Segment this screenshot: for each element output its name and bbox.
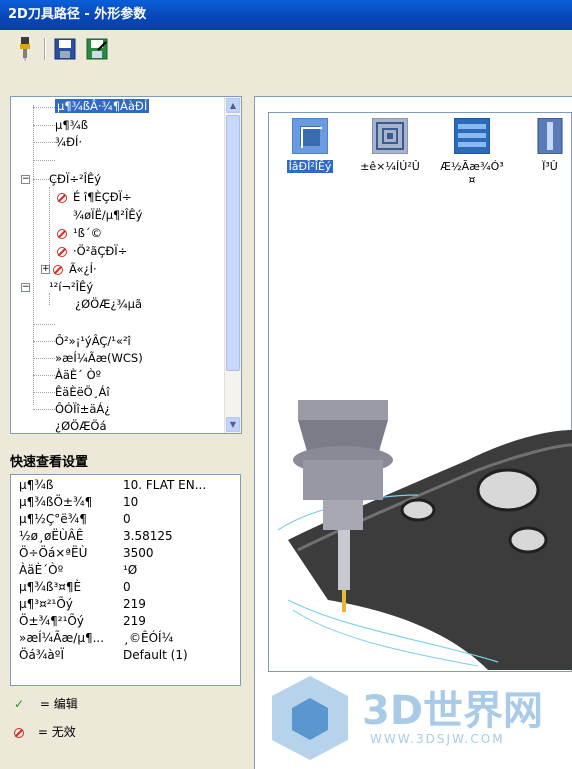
tree-item-control-points[interactable]: ¿ØÖÆ¿¾µã (75, 296, 142, 312)
toolbar-separator (44, 38, 45, 60)
tree-item-misc-values[interactable]: ÔÓÏî±äÁ¿ (55, 401, 110, 417)
pocket-icon (371, 117, 409, 155)
qs-row: µ¶¾ßÖ±¾¶ 10 (19, 495, 139, 509)
tree-item-multi-passes[interactable]: ·Ö²ãÇÐÏ÷ (57, 243, 127, 259)
tree-scrollbar[interactable]: ▲ ▼ (224, 97, 241, 433)
tree-item-cut-params[interactable]: − ÇÐÏ÷²ÎÊý (21, 171, 101, 187)
op-contour[interactable]: ÍâÐÎ²ÎÊý (270, 117, 350, 173)
watermark-brand: 3D世界网 (362, 688, 544, 734)
qs-row: Ö±¾¶²¹Õý 219 (19, 614, 146, 628)
facing-icon (453, 117, 491, 155)
tool-icon[interactable] (12, 36, 38, 62)
tree-item-common-params[interactable]: − ¹²í¬²ÎÊý (21, 279, 93, 295)
tree-item-axis-control[interactable]: ¿ØÖÆÖá (55, 418, 107, 433)
qs-row: µ¶½Ç°ë¾¶ 0 (19, 512, 131, 526)
window-title: 2D刀具路径 - 外形参数 (0, 0, 572, 30)
tree-item-depth-cuts[interactable]: É î¶ÈÇÐÏ÷ (57, 189, 132, 205)
quick-settings-title: 快速查看设置 (10, 455, 89, 470)
qs-row: »æÍ¼Ãæ/µ¶... ¸©ÊÓÍ¼ (19, 631, 174, 645)
toolbar (0, 30, 572, 68)
tree-item-toolpath-type[interactable]: µ¶¾ßÂ·¾¶ÀàÐÍ (55, 98, 150, 114)
invalid-icon (57, 192, 67, 203)
save-as-icon[interactable] (84, 36, 110, 62)
qs-row: µ¶¾ß³¤¶È 0 (19, 580, 131, 594)
legend-invalid: = 无效 (14, 723, 76, 740)
scroll-up-icon[interactable]: ▲ (226, 98, 240, 113)
invalid-icon (14, 727, 24, 738)
qs-row: µ¶¾ß 10. FLAT EN... (19, 478, 207, 492)
invalid-icon (53, 264, 63, 275)
tree-item-holder[interactable]: ¾ÐÍ· (55, 134, 82, 150)
tree-item-canned-text[interactable]: ÊäÈëÖ¸Áî (55, 384, 110, 400)
invalid-icon (57, 246, 67, 257)
op-facing[interactable]: Æ½Ãæ¾Ó³ ¤ (432, 117, 512, 186)
quick-settings-panel: µ¶¾ß 10. FLAT EN... µ¶¾ßÖ±¾¶ 10 µ¶½Ç°ë¾¶ 0 … (10, 474, 241, 686)
scroll-down-icon[interactable]: ▼ (226, 417, 240, 432)
parameter-tree[interactable]: µ¶¾ßÂ·¾¶ÀàÐÍ µ¶¾ß ¾ÐÍ· − ÇÐÏ÷²ÎÊý É î¶ÈÇÐ… (10, 96, 242, 434)
toolpath-preview-image (268, 400, 572, 672)
scroll-thumb[interactable] (226, 115, 240, 371)
qs-row: ÀäÈ´Òº ¹Ø (19, 563, 138, 577)
tree-item-arc-filter[interactable]: Ô²»¡¹ýÂÇ/¹«²î (55, 333, 131, 349)
check-icon: ✓ (14, 697, 25, 711)
site-watermark: 3D世界网 WWW.3DSJW.COM (270, 668, 572, 768)
tree-item-tool[interactable]: µ¶¾ß (55, 117, 88, 133)
qs-row: µ¶³¤²¹Õý 219 (19, 597, 146, 611)
expand-icon[interactable]: + (41, 265, 50, 274)
tree-item-tabs[interactable]: + Ã«¿Í· (41, 261, 97, 277)
qs-row: Ö÷Öá×ªËÙ 3500 (19, 546, 154, 560)
legend-edit: ✓ = 编辑 (14, 697, 78, 711)
op-pocket[interactable]: ±ê×¼ÍÚ²Û (350, 117, 430, 173)
save-icon[interactable] (52, 36, 78, 62)
tree-item-planes-wcs[interactable]: »æÍ¼Ãæ(WCS) (55, 350, 143, 366)
invalid-icon (57, 228, 67, 239)
slot-icon (532, 117, 568, 155)
qs-row: Öá¾àºÏ Default (1) (19, 648, 188, 662)
collapse-icon[interactable]: − (21, 283, 30, 292)
watermark-url: WWW.3DSJW.COM (370, 732, 505, 746)
tree-item-lead-in-out[interactable]: ¹ß´© (57, 225, 102, 241)
qs-row: ½ø¸øËÙÂÊ 3.58125 (19, 529, 173, 543)
contour-icon (291, 117, 329, 155)
tree-item-finish-passes[interactable]: ¾øÏË/µ¶²ÎÊý (73, 207, 142, 223)
collapse-icon[interactable]: − (21, 175, 30, 184)
op-slot[interactable]: Ï³Û (510, 117, 572, 173)
tree-item-coolant[interactable]: ÀäÈ´ Òº (55, 367, 101, 383)
